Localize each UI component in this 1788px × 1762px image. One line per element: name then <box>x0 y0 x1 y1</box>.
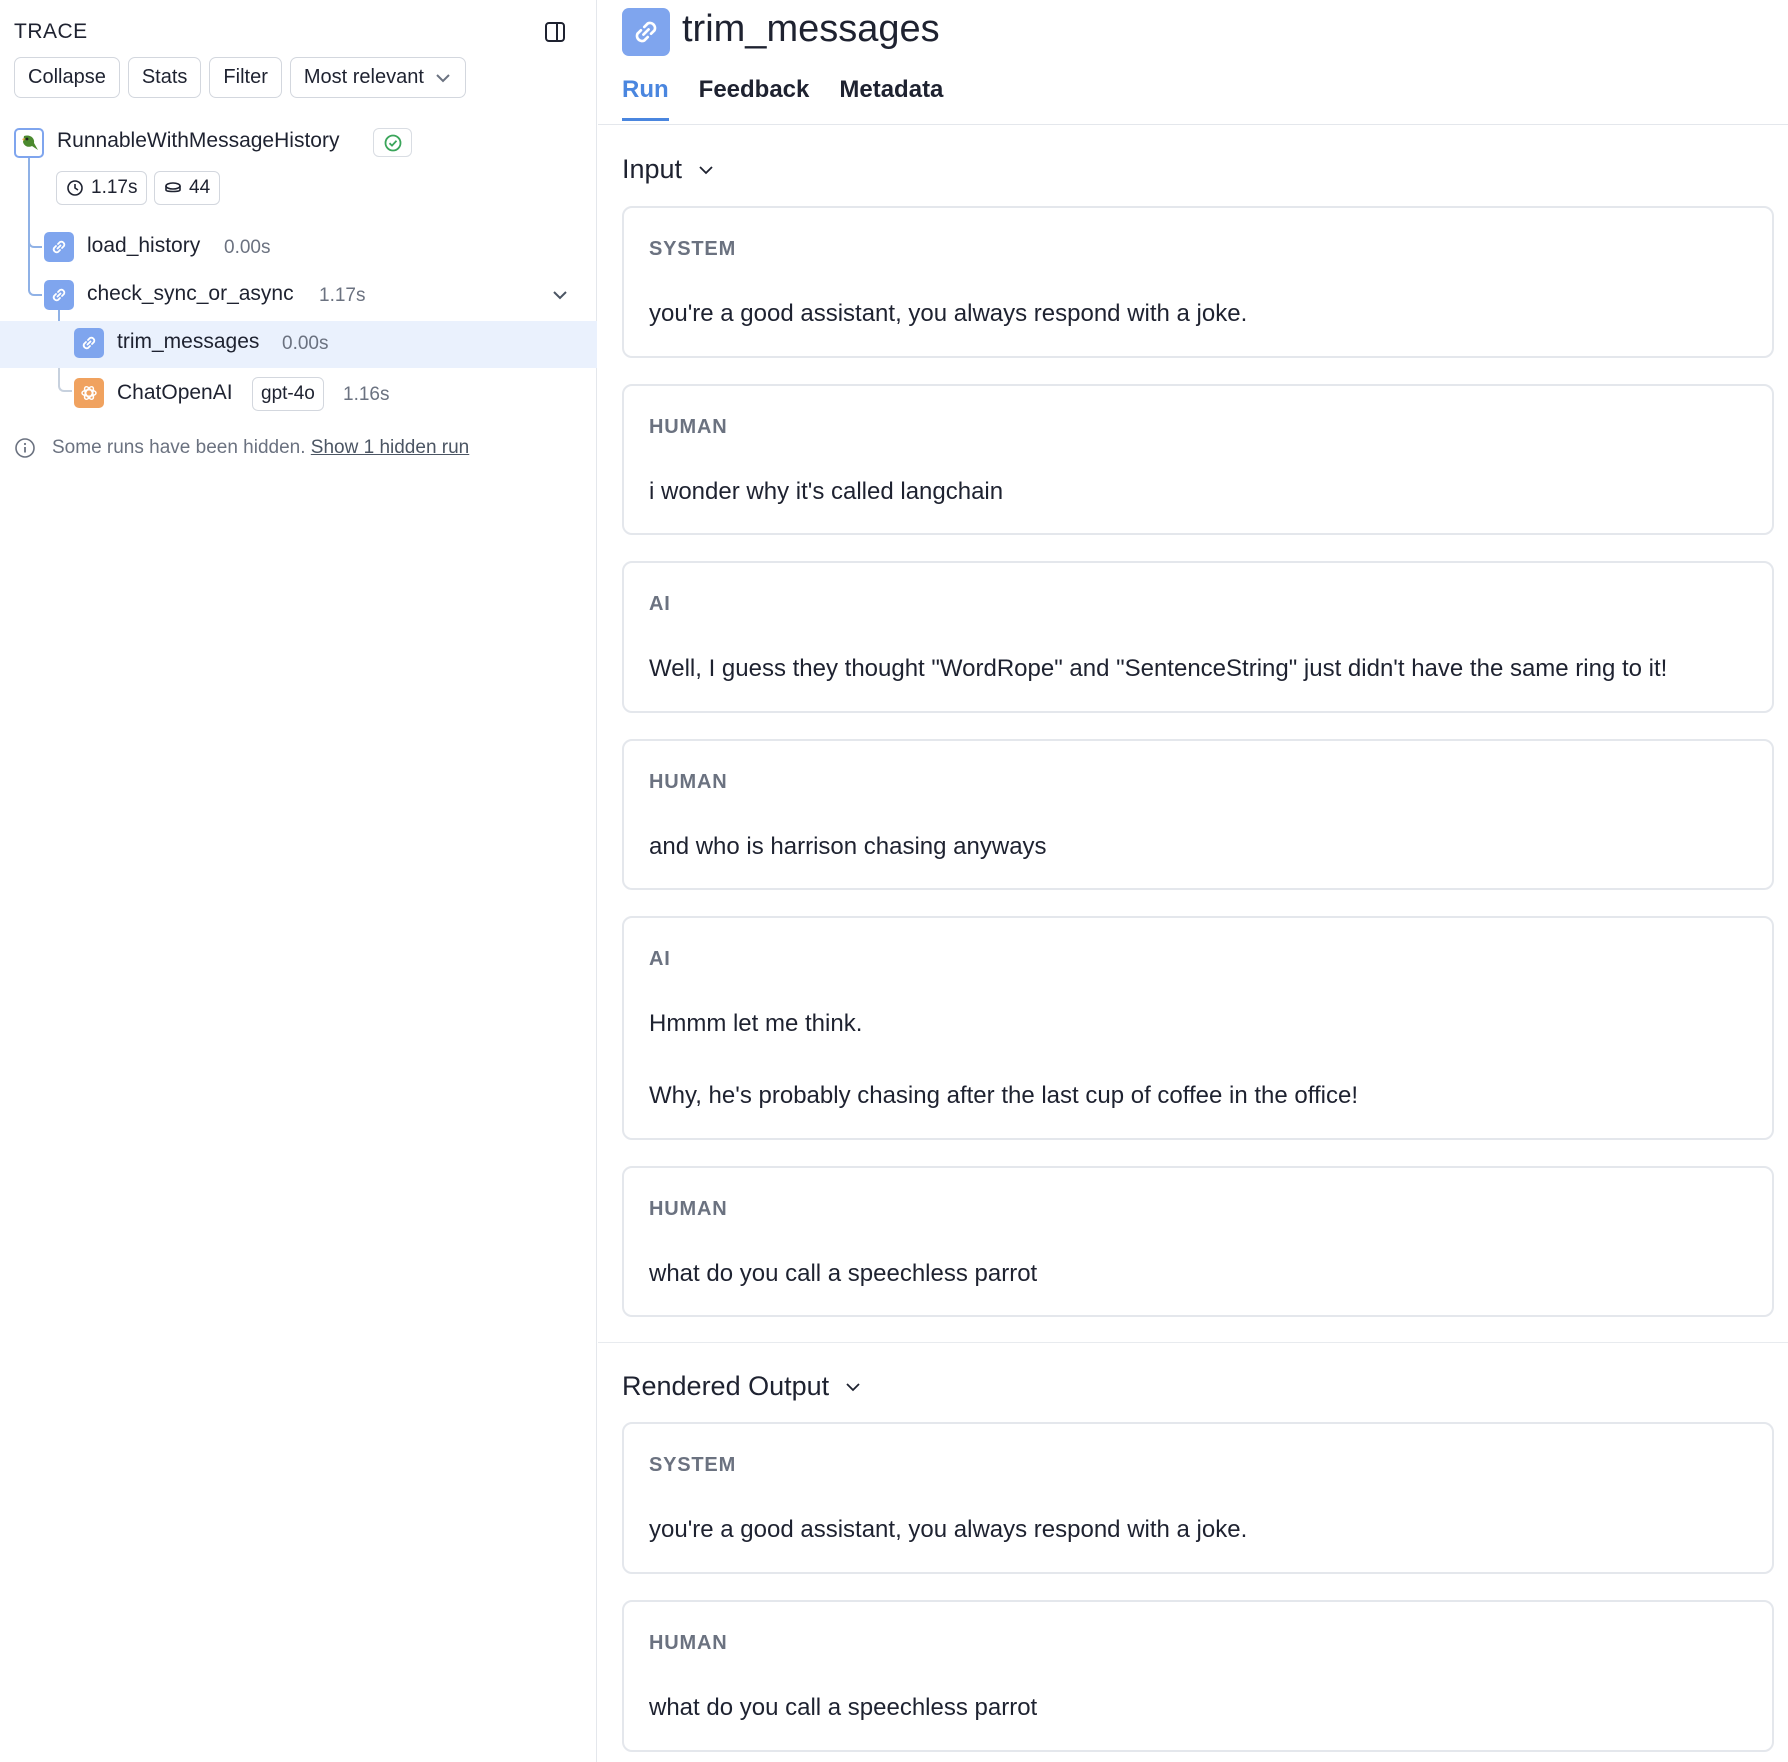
tab-feedback[interactable]: Feedback <box>699 76 810 121</box>
message-card: HUMAN what do you call a speechless parr… <box>622 1600 1774 1752</box>
coins-icon <box>165 182 181 193</box>
message-role: HUMAN <box>649 416 728 438</box>
trace-root-label[interactable]: RunnableWithMessageHistory <box>57 129 339 153</box>
trace-node-check-sync[interactable]: check_sync_or_async <box>87 282 294 306</box>
message-card: HUMAN i wonder why it's called langchain <box>622 384 1774 535</box>
message-role: AI <box>649 948 671 970</box>
chevron-down-icon[interactable] <box>550 285 570 310</box>
input-heading: Input <box>622 154 683 184</box>
trace-panel: TRACE Collapse Stats Filter Most relevan… <box>0 0 597 1762</box>
link-icon <box>44 280 74 310</box>
sort-dropdown[interactable]: Most relevant <box>289 57 466 98</box>
sort-dropdown-label: Most relevant <box>303 66 424 88</box>
tree-connector <box>28 238 42 296</box>
message-text: i wonder why it's called langchain <box>649 478 1004 505</box>
clock-icon <box>67 180 83 196</box>
chevron-down-icon <box>699 165 713 174</box>
message-role: HUMAN <box>649 1632 728 1654</box>
check-circle-icon <box>384 134 401 151</box>
run-details-panel: trim_messages Run Feedback Metadata Inpu… <box>598 0 1788 1762</box>
message-text: Hmmm let me think. <box>649 1010 863 1037</box>
tokens-value: 44 <box>189 177 211 198</box>
latency-value: 1.17s <box>91 177 138 198</box>
message-text: Well, I guess they thought "WordRope" an… <box>649 655 1668 682</box>
latency-chip: 1.17s <box>56 171 148 205</box>
message-card: HUMAN what do you call a speechless parr… <box>622 1166 1774 1317</box>
message-text: you're a good assistant, you always resp… <box>649 300 1248 327</box>
tab-run[interactable]: Run <box>622 76 669 121</box>
message-card: SYSTEM you're a good assistant, you alwa… <box>622 206 1774 358</box>
trace-node-time: 0.00s <box>224 237 271 258</box>
parrot-icon <box>14 128 44 158</box>
message-text: what do you call a speechless parrot <box>649 1694 1038 1721</box>
sidebar-toggle-icon[interactable] <box>543 20 567 44</box>
run-tabs: Run Feedback Metadata <box>622 76 943 121</box>
output-section-toggle[interactable]: Rendered Output <box>622 1371 863 1402</box>
success-badge <box>373 128 412 157</box>
link-icon <box>44 232 74 262</box>
output-heading: Rendered Output <box>622 1371 830 1401</box>
message-role: SYSTEM <box>649 1454 737 1476</box>
filter-button[interactable]: Filter <box>209 57 282 98</box>
info-icon <box>15 438 35 458</box>
tab-metadata[interactable]: Metadata <box>839 76 943 121</box>
show-hidden-runs-link[interactable]: Show 1 hidden run <box>311 437 469 458</box>
message-card: AI Well, I guess they thought "WordRope"… <box>622 561 1774 713</box>
hidden-runs-text: Some runs have been hidden. <box>52 437 306 458</box>
openai-icon <box>74 378 104 408</box>
message-role: HUMAN <box>649 1198 728 1220</box>
message-card: SYSTEM you're a good assistant, you alwa… <box>622 1422 1774 1574</box>
link-icon <box>74 328 104 358</box>
stats-button[interactable]: Stats <box>127 57 202 98</box>
message-role: HUMAN <box>649 771 728 793</box>
chevron-down-icon <box>436 73 450 82</box>
trace-node-trim-messages[interactable]: trim_messages <box>117 330 259 354</box>
message-role: SYSTEM <box>649 238 737 260</box>
trace-node-time: 1.17s <box>319 285 366 306</box>
trace-title: TRACE <box>14 20 88 43</box>
page-title: trim_messages <box>682 8 940 50</box>
link-icon <box>622 8 670 56</box>
input-section-toggle[interactable]: Input <box>622 154 716 185</box>
trace-node-chatopenai[interactable]: ChatOpenAI <box>117 381 233 405</box>
message-text: you're a good assistant, you always resp… <box>649 1516 1248 1543</box>
section-divider <box>598 1342 1788 1343</box>
chevron-down-icon <box>846 1382 860 1391</box>
message-card: HUMAN and who is harrison chasing anyway… <box>622 739 1774 890</box>
tokens-chip: 44 <box>154 171 221 205</box>
message-text: and who is harrison chasing anyways <box>649 833 1047 860</box>
hidden-runs-note: Some runs have been hidden. Show 1 hidde… <box>14 437 469 459</box>
message-text: Why, he's probably chasing after the las… <box>649 1082 1358 1109</box>
trace-node-time: 1.16s <box>343 384 390 405</box>
message-text: what do you call a speechless parrot <box>649 1260 1038 1287</box>
collapse-button[interactable]: Collapse <box>14 57 120 98</box>
message-role: AI <box>649 593 671 615</box>
message-card: AI Hmmm let me think. Why, he's probably… <box>622 916 1774 1140</box>
trace-toolbar: Collapse Stats Filter Most relevant <box>14 57 466 98</box>
tabs-divider <box>598 124 1788 125</box>
trace-node-time: 0.00s <box>282 333 329 354</box>
trace-node-load-history[interactable]: load_history <box>87 234 200 258</box>
tree-connector <box>28 158 30 240</box>
model-badge: gpt-4o <box>252 377 324 411</box>
